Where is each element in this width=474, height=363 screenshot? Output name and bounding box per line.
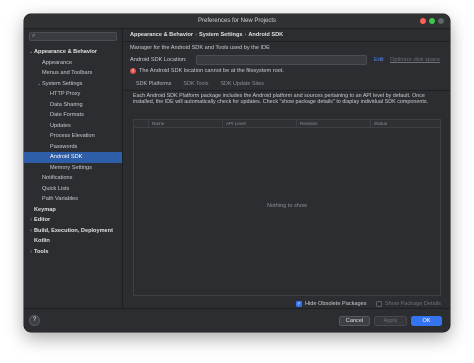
ok-button[interactable]: OK bbox=[411, 315, 442, 326]
settings-tree: ⌄Appearance & Behavior Appearance Menus an… bbox=[24, 47, 122, 257]
dialog-footer: ? Cancel Apply OK bbox=[24, 308, 450, 332]
sidebar-item-label: Build, Execution, Deployment bbox=[34, 227, 113, 234]
sidebar-item-label: Appearance & Behavior bbox=[34, 49, 98, 55]
sidebar-item[interactable]: Date Formats bbox=[24, 110, 122, 121]
sidebar-item-label: Quick Lists bbox=[42, 185, 70, 192]
sidebar-item-label: Path Variables bbox=[42, 196, 78, 202]
sidebar-item[interactable]: ⌄Appearance & Behavior bbox=[24, 47, 122, 58]
sidebar-item-label: Updates bbox=[50, 122, 71, 129]
sdk-tabs: SDK Platforms SDK Tools SDK Update Sites bbox=[130, 79, 270, 89]
hide-obsolete-label: Hide Obsolete Packages bbox=[305, 301, 367, 307]
sidebar-item-label: Android SDK bbox=[50, 154, 83, 160]
sidebar-item-label: Notifications bbox=[42, 175, 73, 181]
column-header-api-level[interactable]: API Level bbox=[223, 120, 297, 127]
cancel-button[interactable]: Cancel bbox=[339, 315, 370, 326]
page-description: Manager for the Android SDK and Tools us… bbox=[130, 45, 270, 51]
sidebar-item[interactable]: Data Sharing bbox=[24, 100, 122, 111]
settings-search-input[interactable]: ⌕ bbox=[29, 32, 117, 41]
sidebar-item-label: Keymap bbox=[34, 206, 56, 213]
optimize-disk-space-link[interactable]: Optimize disk space bbox=[390, 57, 440, 63]
sdk-location-field[interactable] bbox=[196, 54, 367, 65]
sidebar-item-label: Process Elevation bbox=[50, 133, 95, 139]
column-header-name[interactable]: Name bbox=[149, 120, 223, 127]
error-icon: ! bbox=[130, 68, 136, 74]
sidebar-item[interactable]: Menus and Toolbars bbox=[24, 68, 122, 79]
sidebar-item-label: Passwords bbox=[50, 143, 78, 150]
breadcrumb-item[interactable]: System Settings bbox=[199, 32, 243, 38]
sidebar-item[interactable]: › Build, Execution, Deployment bbox=[24, 226, 122, 237]
maximize-window-button[interactable] bbox=[438, 18, 444, 24]
sidebar-item[interactable]: › Tools bbox=[24, 247, 122, 258]
breadcrumb: Appearance & Behavior › System Settings › An… bbox=[130, 32, 283, 38]
sidebar-item[interactable]: Process Elevation bbox=[24, 131, 122, 142]
minimize-window-button[interactable] bbox=[429, 18, 435, 24]
breadcrumb-separator: › bbox=[244, 32, 247, 38]
sidebar-item-label: HTTP Proxy bbox=[50, 91, 81, 97]
show-package-details-label: Show Package Details bbox=[385, 301, 441, 307]
sidebar-item[interactable]: Quick Lists bbox=[24, 184, 122, 195]
help-button[interactable]: ? bbox=[29, 315, 40, 326]
breadcrumb-item: Android SDK bbox=[248, 32, 284, 38]
sdk-location-label: Android SDK Location: bbox=[130, 57, 187, 63]
sidebar-item[interactable]: ⌄System Settings bbox=[24, 79, 122, 90]
divider bbox=[124, 41, 450, 42]
column-header-revision[interactable]: Revision bbox=[297, 120, 371, 127]
empty-state-text: Nothing to show bbox=[266, 203, 308, 209]
preferences-window: Preferences for New Projects ⌕ ⌄Appearan… bbox=[24, 14, 450, 332]
breadcrumb-separator: › bbox=[195, 32, 197, 38]
sidebar-item[interactable]: Notifications bbox=[24, 173, 122, 184]
sidebar-item[interactable]: Updates bbox=[24, 121, 122, 132]
hide-obsolete-checkbox[interactable]: ✓ bbox=[296, 301, 302, 307]
column-header-checkbox[interactable] bbox=[134, 120, 149, 127]
sidebar-item-label: Memory Settings bbox=[50, 164, 92, 171]
window-controls bbox=[420, 18, 444, 24]
sidebar-item[interactable]: Appearance bbox=[24, 58, 122, 69]
sidebar-item[interactable]: › Editor bbox=[24, 215, 122, 226]
error-text: The Android SDK location cannot be at th… bbox=[139, 68, 284, 74]
show-package-details-checkbox[interactable] bbox=[376, 301, 382, 307]
sidebar-item-label: Date Formats bbox=[50, 112, 84, 118]
apply-button[interactable]: Apply bbox=[374, 315, 407, 326]
settings-content: Appearance & Behavior › System Settings › An… bbox=[124, 29, 450, 308]
edit-link[interactable]: Edit bbox=[374, 57, 384, 63]
divider bbox=[124, 90, 450, 91]
sidebar-item-label: Appearance bbox=[42, 59, 73, 66]
sidebar-item-label: Tools bbox=[34, 248, 49, 255]
sidebar-item[interactable]: Android SDK bbox=[24, 152, 122, 163]
table-header: Name API Level Revision Status bbox=[134, 120, 440, 128]
sidebar-item[interactable]: Passwords bbox=[24, 142, 122, 153]
close-window-button[interactable] bbox=[420, 18, 426, 24]
settings-sidebar: ⌕ ⌄Appearance & Behavior Appearance Menus … bbox=[24, 29, 123, 308]
tab-sdk-update-sites[interactable]: SDK Update Sites bbox=[214, 79, 269, 89]
show-package-details-option[interactable]: Show Package Details bbox=[376, 301, 441, 307]
sidebar-item-label: System Settings bbox=[42, 80, 83, 87]
sidebar-item-label: Data Sharing bbox=[50, 101, 83, 108]
sidebar-item-label: Kotlin bbox=[34, 238, 50, 244]
tab-sdk-platforms[interactable]: SDK Platforms bbox=[130, 79, 177, 89]
hide-obsolete-packages-option[interactable]: ✓ Hide Obsolete Packages bbox=[296, 301, 367, 307]
sidebar-item[interactable]: Keymap bbox=[24, 205, 122, 216]
sdk-platforms-description: Each Android SDK Platform package includ… bbox=[133, 93, 429, 106]
sidebar-item[interactable]: Path Variables bbox=[24, 194, 122, 205]
sdk-packages-table[interactable]: Name API Level Revision Status Nothing t… bbox=[133, 119, 441, 296]
tab-sdk-tools[interactable]: SDK Tools bbox=[177, 79, 214, 89]
window-title: Preferences for New Projects bbox=[197, 18, 277, 24]
sidebar-item[interactable]: Memory Settings bbox=[24, 163, 122, 174]
sidebar-item[interactable]: HTTP Proxy bbox=[24, 89, 122, 100]
sidebar-item-label: Menus and Toolbars bbox=[42, 70, 93, 76]
breadcrumb-item[interactable]: Appearance & Behavior bbox=[130, 32, 193, 38]
error-message: ! The Android SDK location cannot be at … bbox=[130, 68, 284, 74]
title-bar: Preferences for New Projects bbox=[24, 14, 450, 29]
search-icon: ⌕ bbox=[32, 33, 36, 39]
column-header-status[interactable]: Status bbox=[371, 120, 440, 127]
sidebar-item[interactable]: Kotlin bbox=[24, 236, 122, 247]
sidebar-item-label: Editor bbox=[34, 217, 51, 223]
